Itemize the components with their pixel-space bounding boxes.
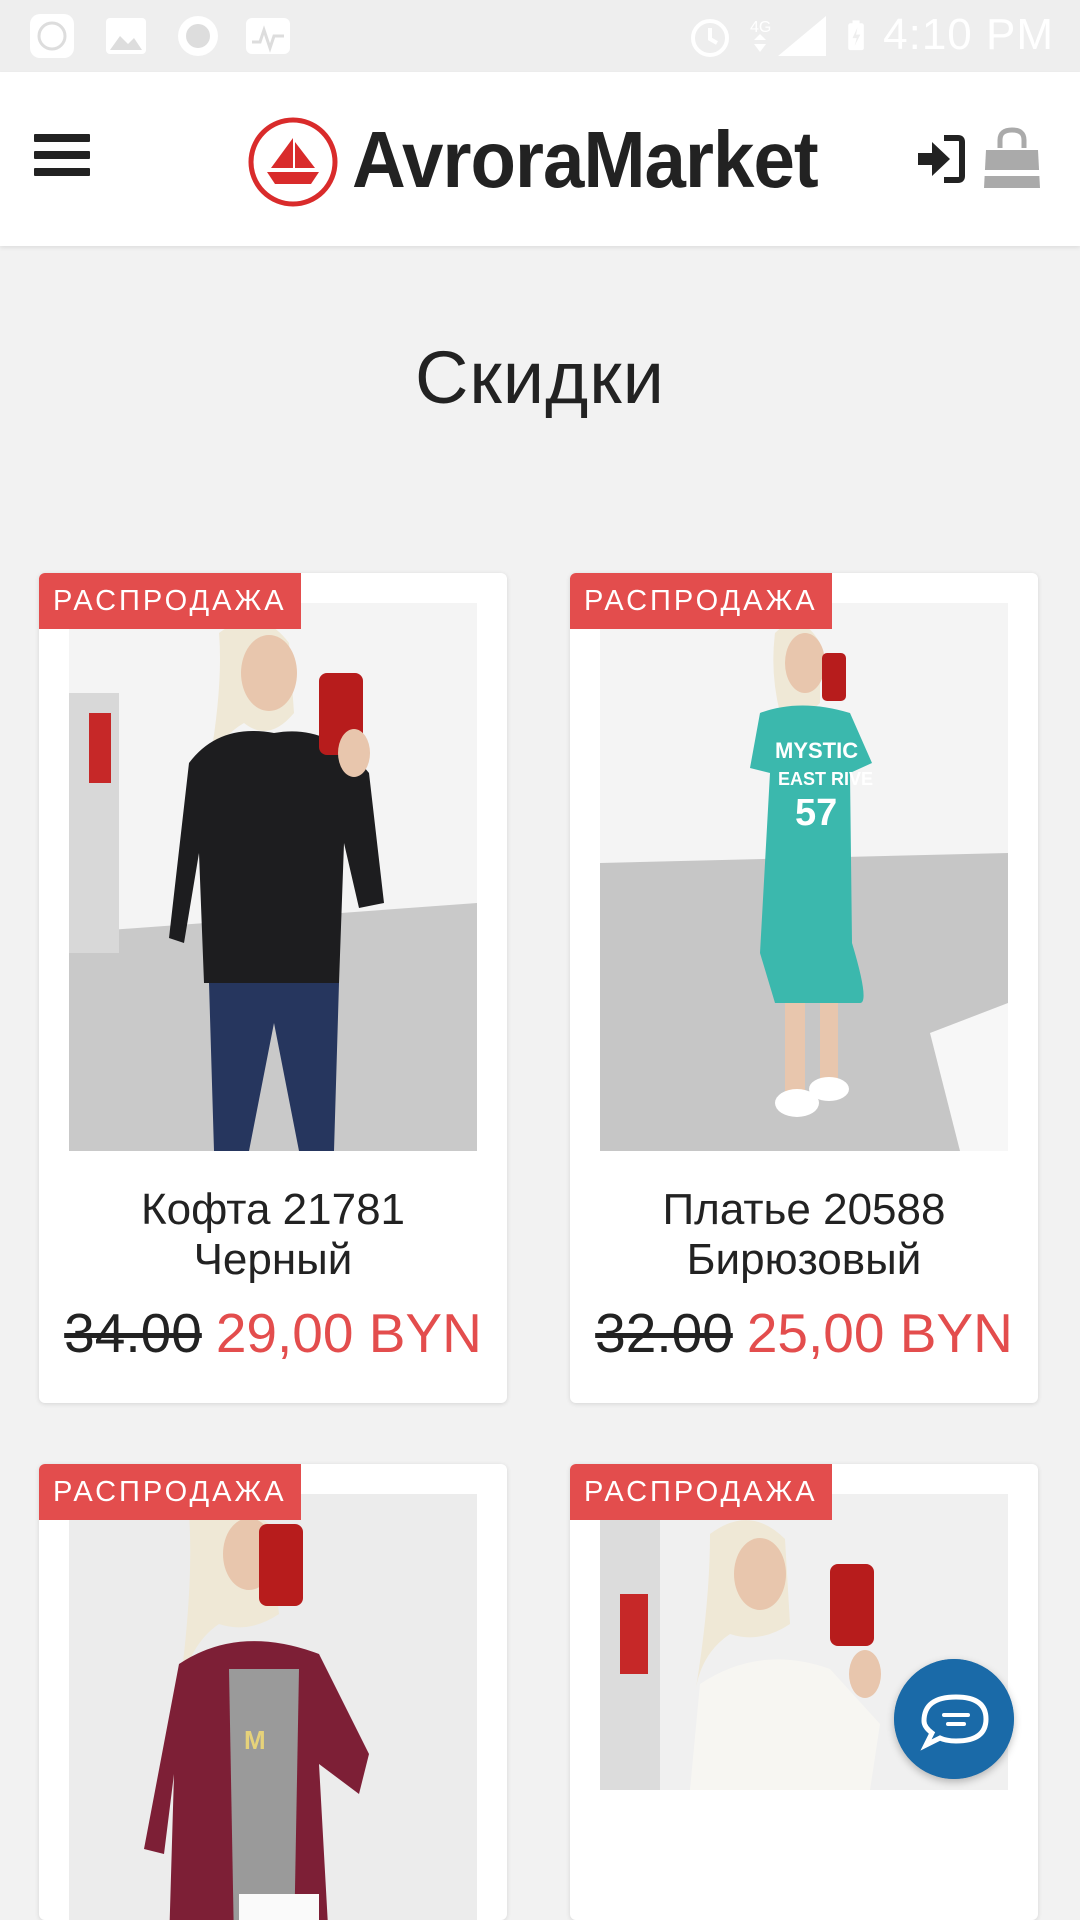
logo-ship-icon[interactable] xyxy=(247,116,339,208)
svg-text:4G: 4G xyxy=(750,19,771,36)
activity-icon xyxy=(246,18,290,54)
product-card[interactable]: РАСПРОДАЖА M xyxy=(39,1464,507,1920)
sale-price: 29,00 BYN xyxy=(215,1302,482,1364)
sale-badge: РАСПРОДАЖА xyxy=(570,573,832,629)
product-price: 34.00 29,00 BYN xyxy=(39,1301,507,1365)
signal-icon: 4G xyxy=(750,16,826,56)
brand-name[interactable]: AvroraMarket xyxy=(352,114,819,206)
sale-badge: РАСПРОДАЖА xyxy=(39,1464,301,1520)
menu-icon xyxy=(34,134,90,142)
circle-app-icon xyxy=(178,16,218,56)
menu-button[interactable] xyxy=(34,134,90,184)
product-photo[interactable] xyxy=(69,603,477,1151)
sale-badge: РАСПРОДАЖА xyxy=(570,1464,832,1520)
status-bar: 4G 4:10 PM xyxy=(0,0,1080,72)
app-header: AvroraMarket xyxy=(0,72,1080,246)
product-name[interactable]: Платье 20588 Бирюзовый xyxy=(570,1185,1038,1285)
product-card[interactable]: РАСПРОДАЖА MYSTIC EAST RIVE 57 Платье 20… xyxy=(570,573,1038,1403)
old-price: 32.00 xyxy=(595,1302,733,1364)
shopping-bag-icon[interactable] xyxy=(980,126,1044,190)
svg-text:EAST RIVE: EAST RIVE xyxy=(778,769,873,789)
product-photo[interactable]: MYSTIC EAST RIVE 57 xyxy=(600,603,1008,1151)
login-icon[interactable] xyxy=(914,134,966,184)
sale-price: 25,00 BYN xyxy=(746,1302,1013,1364)
alarm-icon xyxy=(691,19,729,57)
old-price: 34.00 xyxy=(64,1302,202,1364)
product-photo[interactable]: M xyxy=(69,1494,477,1920)
svg-text:MYSTIC: MYSTIC xyxy=(775,738,858,763)
gallery-icon xyxy=(106,18,146,54)
page-title: Скидки xyxy=(414,336,666,419)
svg-text:M: M xyxy=(244,1725,266,1755)
product-name[interactable]: Кофта 21781 Черный xyxy=(39,1185,507,1285)
svg-text:57: 57 xyxy=(795,792,837,834)
product-price: 32.00 25,00 BYN xyxy=(570,1301,1038,1365)
chat-button[interactable] xyxy=(894,1659,1014,1779)
clock: 4:10 PM xyxy=(883,10,1054,59)
product-card[interactable]: РАСПРОДАЖА Кофта 21781 Черный 34.00 29,00… xyxy=(39,573,507,1403)
sale-badge: РАСПРОДАЖА xyxy=(39,573,301,629)
battery-icon xyxy=(848,20,864,51)
mi-app-icon xyxy=(30,14,74,58)
